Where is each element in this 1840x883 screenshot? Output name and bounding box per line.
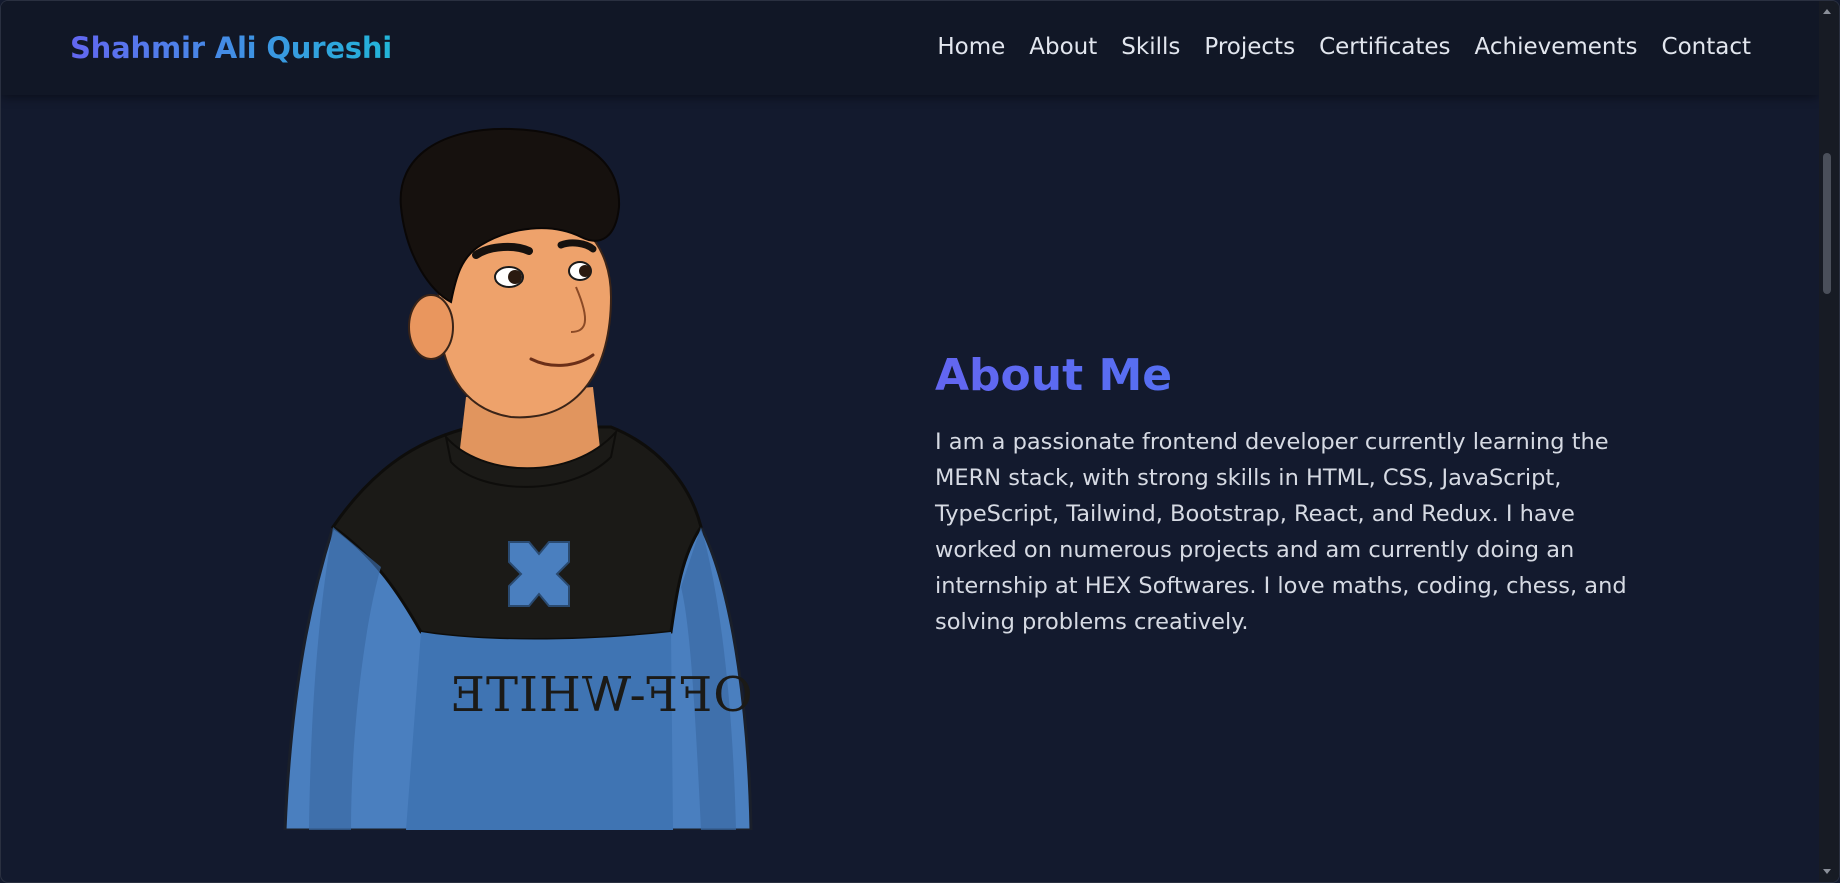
about-title: About Me [935, 350, 1655, 402]
nav-link-certificates[interactable]: Certificates [1319, 34, 1450, 60]
brand-logo[interactable]: Shahmir Ali Qureshi [70, 31, 392, 65]
nav-link-about[interactable]: About [1029, 34, 1097, 60]
scroll-down-arrow-icon[interactable] [1823, 869, 1831, 874]
navbar: Shahmir Ali Qureshi Home About Skills Pr… [1, 1, 1819, 95]
about-section: About Me I am a passionate frontend deve… [935, 350, 1655, 662]
scroll-up-arrow-icon[interactable] [1823, 9, 1831, 14]
nav-link-home[interactable]: Home [937, 34, 1005, 60]
nav-link-skills[interactable]: Skills [1121, 34, 1180, 60]
nav-link-projects[interactable]: Projects [1204, 34, 1295, 60]
shirt-text: OFF-WHITE [449, 667, 753, 723]
scrollbar[interactable] [1819, 1, 1839, 882]
nav-links: Home About Skills Projects Certificates … [937, 34, 1751, 60]
profile-avatar-illustration: OFF-WHITE [281, 127, 761, 832]
nav-link-contact[interactable]: Contact [1662, 34, 1751, 60]
nav-link-achievements[interactable]: Achievements [1475, 34, 1638, 60]
browser-viewport: Shahmir Ali Qureshi Home About Skills Pr… [0, 0, 1840, 883]
scroll-thumb[interactable] [1823, 153, 1831, 294]
about-description: I am a passionate frontend developer cur… [935, 428, 1627, 635]
